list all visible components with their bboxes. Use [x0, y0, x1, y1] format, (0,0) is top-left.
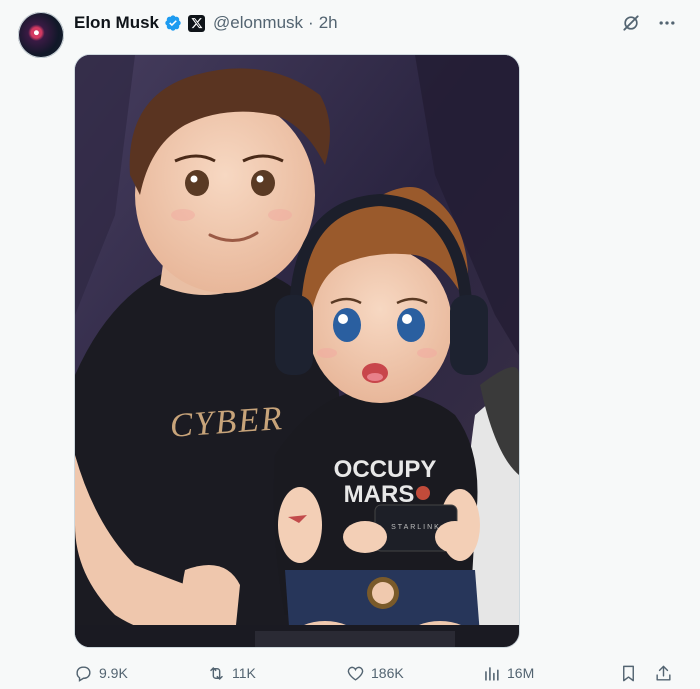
author-name[interactable]: Elon Musk — [74, 13, 159, 33]
separator-dot: · — [308, 13, 314, 32]
repost-button[interactable]: 11K — [207, 664, 256, 683]
views-count: 16M — [507, 665, 535, 681]
author-avatar[interactable] — [18, 12, 64, 58]
bookmark-icon — [623, 665, 634, 681]
reply-count: 9.9K — [99, 665, 128, 681]
reply-button[interactable]: 9.9K — [74, 664, 128, 683]
post-top-actions — [620, 12, 678, 34]
views-button[interactable]: 16M — [482, 664, 534, 683]
post-header: Elon Musk @elonmusk · 2h — [74, 12, 338, 34]
post-image[interactable]: CYBER STARLINK OCCUPY MARS — [74, 54, 520, 648]
views-icon — [485, 666, 499, 681]
post-timestamp[interactable]: 2h — [319, 13, 338, 33]
shirt-cyber-text: CYBER — [169, 400, 285, 445]
like-icon — [347, 666, 364, 681]
shirt-mars-text: MARS — [344, 481, 415, 508]
like-count: 186K — [371, 665, 404, 681]
repost-icon — [210, 666, 223, 680]
shirt-occupy-text: OCCUPY — [334, 456, 437, 483]
author-handle[interactable]: @elonmusk — [213, 13, 303, 33]
like-button[interactable]: 186K — [346, 664, 404, 683]
repost-count: 11K — [232, 665, 256, 681]
bookmark-button[interactable] — [619, 664, 638, 683]
reply-icon — [76, 665, 91, 682]
more-icon[interactable] — [656, 12, 678, 34]
post-actions: 9.9K 11K 186K 16M — [74, 660, 682, 686]
controller-starlink-text: STARLINK — [391, 524, 441, 531]
share-icon — [656, 665, 671, 681]
x-affiliate-icon[interactable] — [188, 14, 206, 32]
share-button[interactable] — [654, 664, 673, 683]
verified-icon[interactable] — [164, 14, 182, 32]
grok-icon[interactable] — [620, 12, 642, 34]
